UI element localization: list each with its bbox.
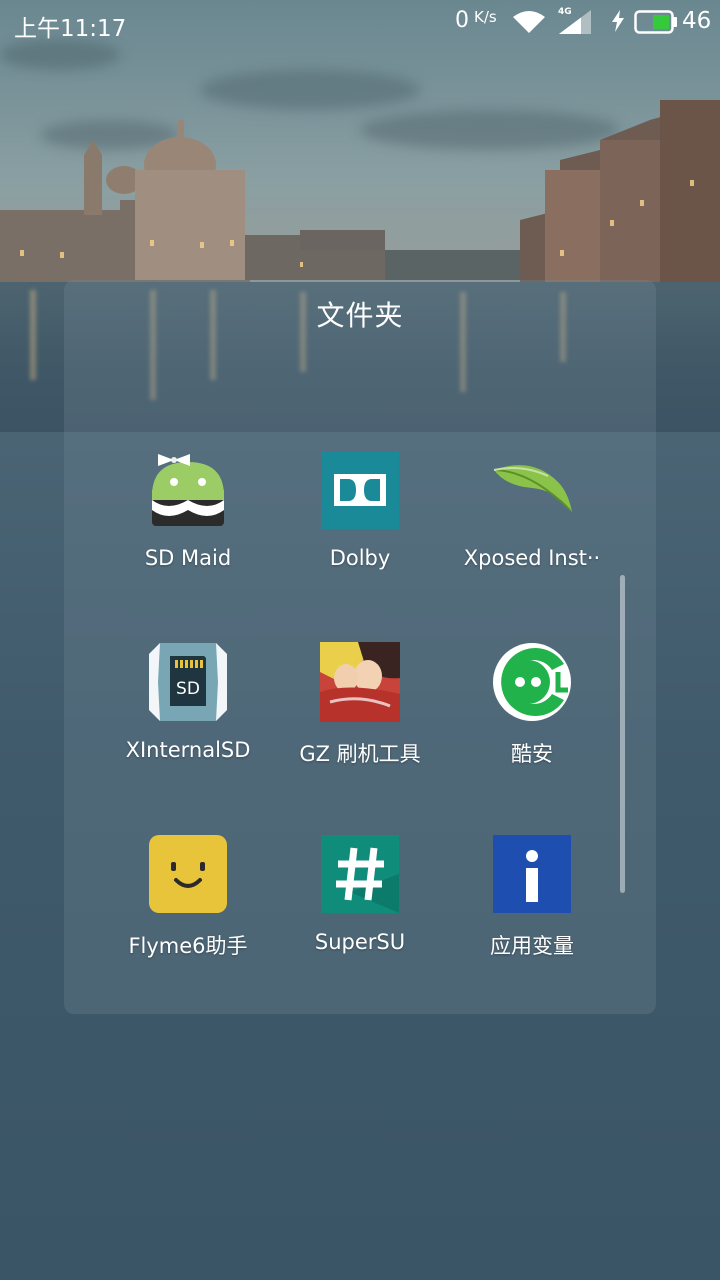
app-label: SuperSU [314, 930, 406, 954]
app-supersu[interactable]: SuperSU [274, 834, 446, 984]
app-variable-icon [492, 834, 572, 914]
folder-title[interactable]: 文件夹 [0, 294, 720, 334]
app-coolapk[interactable]: 酷安 [446, 642, 618, 792]
app-gz-tool[interactable]: GZ 刷机工具 [274, 642, 446, 792]
app-label: Xposed Inst·· [463, 546, 601, 570]
app-label: SD Maid [144, 546, 232, 570]
svg-text:SD: SD [176, 679, 200, 699]
wifi-icon [513, 11, 545, 33]
app-flyme-assistant[interactable]: Flyme6助手 [102, 834, 274, 984]
battery-icon [634, 10, 677, 34]
xinternalsd-icon: SD [148, 642, 228, 722]
gz-tool-icon [320, 642, 400, 722]
sd-maid-icon [148, 450, 228, 530]
app-label: XInternalSD [125, 738, 251, 762]
coolapk-icon [492, 642, 572, 722]
app-label: GZ 刷机工具 [299, 742, 421, 766]
app-xposed-installer[interactable]: Xposed Inst·· [446, 450, 618, 600]
network-speed-unit: K/s [474, 8, 497, 26]
dolby-icon [320, 450, 400, 530]
xposed-leaf-icon [492, 450, 572, 530]
supersu-icon [320, 834, 400, 914]
app-label: 酷安 [511, 742, 553, 766]
network-type: 4G [558, 7, 572, 17]
network-speed: 0 [455, 8, 469, 33]
app-label: 应用变量 [490, 934, 574, 958]
battery-level: 46 [682, 8, 712, 34]
status-bar: 上午11:17 0 K/s 4G 46 [0, 0, 720, 44]
app-xinternalsd[interactable]: SD XInternalSD [102, 642, 274, 792]
app-label: Flyme6助手 [128, 934, 248, 958]
app-dolby[interactable]: Dolby [274, 450, 446, 600]
app-app-variable[interactable]: 应用变量 [446, 834, 618, 984]
scrollbar[interactable] [620, 575, 625, 893]
flyme-assistant-icon [148, 834, 228, 914]
status-time: 上午11:17 [14, 16, 127, 42]
charging-icon [612, 10, 624, 32]
app-sd-maid[interactable]: SD Maid [102, 450, 274, 600]
app-label: Dolby [329, 546, 391, 570]
